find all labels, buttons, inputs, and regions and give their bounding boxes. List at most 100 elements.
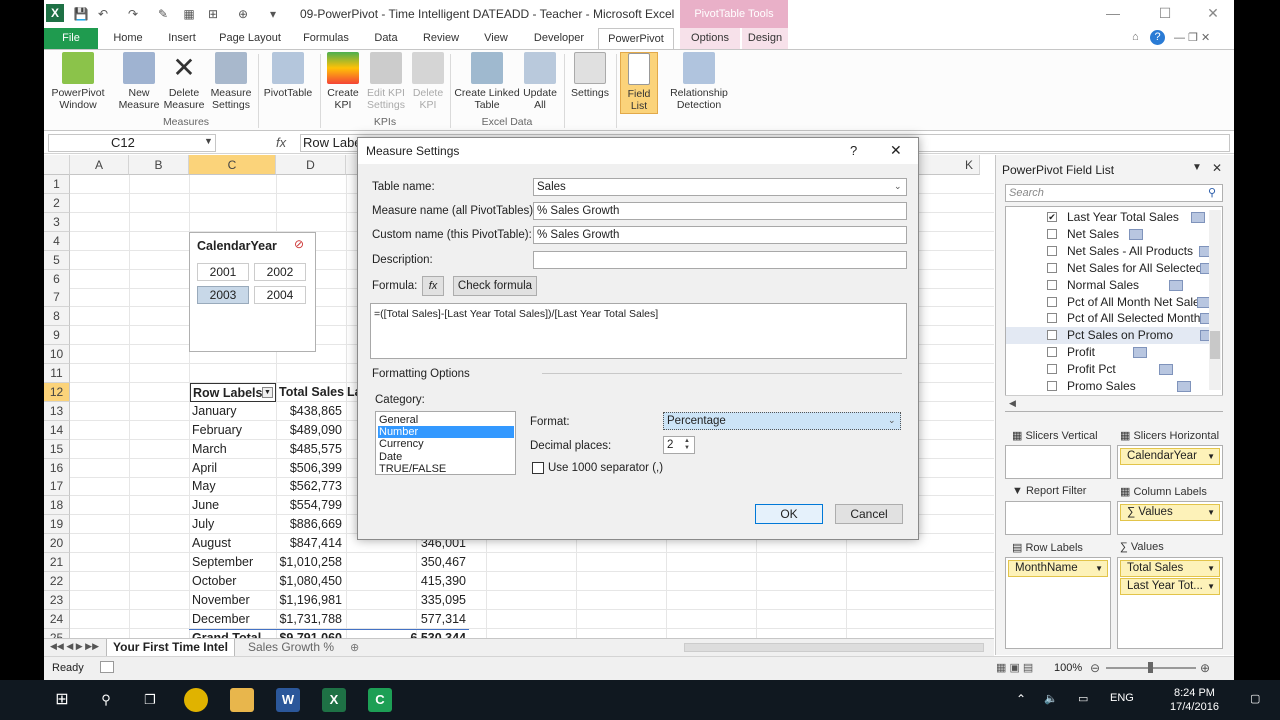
row-header[interactable]: 18 (44, 496, 70, 516)
pill-total-sales[interactable]: Total Sales ▼ (1120, 560, 1220, 577)
row-header[interactable]: 12 (44, 382, 70, 402)
tab-view[interactable]: View (476, 28, 516, 49)
search-icon[interactable]: ⚲ (94, 688, 118, 712)
pill-dropdown-icon[interactable]: ▼ (1207, 449, 1215, 464)
field-checkbox[interactable] (1047, 245, 1057, 256)
tab-page-layout[interactable]: Page Layout (214, 28, 286, 49)
category-list[interactable]: General Number Currency Date TRUE/FALSE (375, 411, 516, 475)
delete-measure-button[interactable]: ✕ Delete Measure (162, 52, 206, 111)
pivot-value-total-sales[interactable]: $886,669 (276, 515, 342, 534)
tab-insert[interactable]: Insert (160, 28, 204, 49)
horizontal-scrollbar[interactable] (684, 643, 984, 652)
volume-icon[interactable]: 🔈 (1044, 692, 1058, 705)
table-name-select[interactable]: Sales (533, 178, 907, 196)
field-search-input[interactable]: Search (1005, 184, 1223, 202)
field-item[interactable]: Net Sales for All Selected M (1006, 260, 1216, 277)
tab-data[interactable]: Data (366, 28, 406, 49)
insert-function-button[interactable]: fx (422, 276, 444, 296)
zoom-in-icon[interactable]: ⊕ (1200, 661, 1210, 675)
notifications-icon[interactable]: ▢ (1250, 692, 1260, 705)
pivot-value-total-sales[interactable]: $554,799 (276, 496, 342, 515)
edit-kpi-button[interactable]: Edit KPI Settings (364, 52, 408, 111)
restore-workbook-icon[interactable]: — ❐ ✕ (1174, 31, 1210, 44)
check-formula-button[interactable]: Check formula (453, 276, 537, 296)
pill-dropdown-icon[interactable]: ▼ (1095, 561, 1103, 576)
row-header[interactable]: 14 (44, 420, 70, 440)
slicer-item-2003[interactable]: 2003 (197, 286, 249, 304)
field-item[interactable]: Net Sales - All Products (1006, 243, 1216, 260)
field-list-box[interactable]: ✔ Last Year Total Sales Net Sales Net Sales… (1005, 206, 1223, 412)
minimize-ribbon-icon[interactable]: ⌂ (1132, 31, 1139, 43)
calendar-year-slicer[interactable]: CalendarYear ⊘ 2001 2002 2003 2004 (189, 232, 316, 352)
view-buttons-icon[interactable]: ▦ ▣ ▤ (996, 661, 1033, 674)
name-box[interactable]: C12 (48, 134, 216, 152)
pivot-row-label[interactable]: May (192, 477, 276, 496)
format-select[interactable]: Percentage (663, 412, 901, 430)
row-header[interactable]: 7 (44, 288, 70, 308)
pivot-row-label[interactable]: December (192, 610, 276, 629)
row-header[interactable]: 5 (44, 250, 70, 270)
measure-name-input[interactable]: % Sales Growth (533, 202, 907, 220)
h-scroll-arrows-icon[interactable]: ◀ (1005, 395, 1223, 411)
row-header[interactable]: 6 (44, 269, 70, 289)
zone-report-filter[interactable] (1005, 501, 1111, 535)
new-measure-button[interactable]: New Measure (118, 52, 160, 111)
column-header[interactable]: D (276, 155, 346, 175)
redo-icon[interactable]: ↷ (124, 5, 142, 23)
field-checkbox[interactable] (1047, 364, 1057, 375)
pivot-value-total-sales[interactable]: $1,196,981 (276, 591, 342, 610)
dialog-close-icon[interactable]: ✕ (890, 142, 902, 159)
pivot-header-total-sales[interactable]: Total Sales (277, 383, 347, 402)
pivot-value-last-year[interactable]: 350,467 (386, 553, 466, 572)
row-header[interactable]: 22 (44, 571, 70, 591)
pivot-value-total-sales[interactable]: $506,399 (276, 459, 342, 478)
tab-formulas[interactable]: Formulas (296, 28, 356, 49)
clear-filter-icon[interactable]: ⊘ (294, 237, 304, 251)
windows-start-icon[interactable]: ⊞ (50, 688, 74, 712)
custom-name-input[interactable]: % Sales Growth (533, 226, 907, 244)
tray-language[interactable]: ENG (1110, 692, 1134, 704)
separator-checkbox[interactable] (532, 462, 544, 474)
table-name-dropdown-icon[interactable]: ⌄ (894, 181, 902, 192)
select-all-corner[interactable] (44, 155, 70, 175)
pivottable-button[interactable]: PivotTable (262, 52, 314, 99)
zone-slicers-vertical[interactable] (1005, 445, 1111, 479)
column-header[interactable]: C (189, 155, 276, 175)
pivot-value-total-sales[interactable]: $489,090 (276, 421, 342, 440)
camtasia-icon[interactable]: C (368, 688, 392, 712)
undo-icon[interactable]: ↶ (94, 5, 112, 23)
zone-row-labels[interactable]: MonthName ▼ (1005, 557, 1111, 649)
field-checkbox[interactable] (1047, 228, 1057, 239)
pivot-value-last-year[interactable]: 335,095 (386, 591, 466, 610)
description-input[interactable] (533, 251, 907, 269)
pill-dropdown-icon[interactable]: ▼ (1207, 561, 1215, 576)
category-option[interactable]: General (378, 414, 514, 426)
file-explorer-icon[interactable] (230, 688, 254, 712)
row-header[interactable]: 17 (44, 477, 70, 497)
row-header[interactable]: 1 (44, 175, 70, 194)
network-icon[interactable]: ▭ (1078, 692, 1088, 705)
pivot-row-label[interactable]: January (192, 402, 276, 421)
pivot-row-label[interactable]: March (192, 440, 276, 459)
sheet-tab-sales-growth[interactable]: Sales Growth % (242, 639, 340, 657)
update-all-button[interactable]: Update All (520, 52, 560, 111)
pane-options-icon[interactable]: ▼ (1192, 162, 1202, 173)
pivot-row-label[interactable]: November (192, 591, 276, 610)
insert-row-icon[interactable]: ⊞ (204, 5, 222, 23)
field-item[interactable]: Profit Pct (1006, 361, 1216, 378)
field-checkbox[interactable] (1047, 296, 1057, 307)
pivot-value-total-sales[interactable]: $1,080,450 (276, 572, 342, 591)
tab-developer[interactable]: Developer (526, 28, 592, 49)
tab-design[interactable]: Design (742, 28, 788, 49)
help-icon[interactable]: ? (1150, 30, 1165, 45)
category-option[interactable]: Number (378, 426, 514, 439)
zone-values[interactable]: Total Sales ▼ Last Year Tot... ▼ (1117, 557, 1223, 649)
field-checkbox[interactable] (1047, 347, 1057, 358)
row-header[interactable]: 10 (44, 345, 70, 365)
field-item[interactable]: Profit (1006, 344, 1216, 361)
pill-dropdown-icon[interactable]: ▼ (1207, 505, 1215, 520)
zone-slicers-horizontal[interactable]: CalendarYear ▼ (1117, 445, 1223, 479)
pill-values[interactable]: ∑ Values ▼ (1120, 504, 1220, 521)
pivot-value-total-sales[interactable]: $438,865 (276, 402, 342, 421)
field-checkbox[interactable] (1047, 262, 1057, 273)
